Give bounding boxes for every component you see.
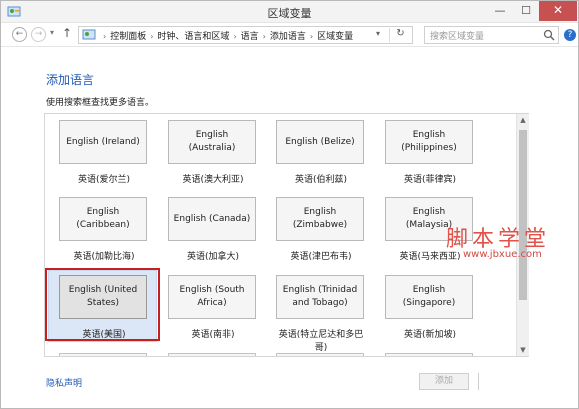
language-tile-button[interactable]: English (Caribbean) — [59, 197, 147, 241]
breadcrumb-separator: › — [103, 32, 107, 41]
language-tile-button[interactable]: English (Trinidad and Tobago) — [276, 275, 364, 319]
language-tile-button[interactable]: English (Belize) — [276, 120, 364, 164]
language-tile-button[interactable]: English (Philippines) — [385, 120, 473, 164]
language-native-name: 英语(爱尔兰) — [77, 175, 131, 185]
language-tile-button[interactable]: English (Canada) — [168, 197, 256, 241]
scroll-down-button[interactable]: ▼ — [517, 344, 529, 356]
selection-annotation-frame — [45, 268, 160, 341]
language-tile-button[interactable]: English (Australia) — [168, 120, 256, 164]
maximize-button[interactable]: ☐ — [513, 1, 539, 21]
navigation-bar: ← → ▾ ↑ › 控制面板 › 时钟、语言和区域 › 语言 › 添加语言 › 区域变量 ▾ ↻ … — [1, 23, 578, 47]
help-icon[interactable]: ? — [564, 29, 576, 41]
forward-button[interactable]: → — [31, 27, 46, 42]
language-tile-button[interactable]: English (Zimbabwe) — [276, 197, 364, 241]
search-box[interactable]: 搜索区域变量 — [424, 26, 559, 44]
language-native-name: 英语(加勒比海) — [73, 252, 135, 262]
breadcrumb-separator[interactable]: › — [150, 32, 153, 41]
breadcrumb-separator[interactable]: › — [233, 32, 236, 41]
language-native-name: 英语(加拿大) — [186, 252, 240, 262]
scroll-up-button[interactable]: ▲ — [517, 114, 529, 126]
title-bar: 区域变量 — ☐ ✕ — [1, 1, 578, 23]
site-watermark: 脚本学堂 www.jbxue.com — [446, 221, 576, 271]
language-tile-partial[interactable] — [385, 353, 473, 356]
breadcrumb-language[interactable]: 语言 — [241, 32, 259, 42]
privacy-statement-link[interactable]: 隐私声明 — [46, 376, 82, 389]
instruction-text: 使用搜索框查找更多语言。 — [46, 98, 155, 108]
language-native-name: 英语(澳大利亚) — [182, 175, 244, 185]
language-tile-partial[interactable] — [168, 353, 256, 356]
recent-locations-dropdown[interactable]: ▾ — [50, 28, 54, 37]
minimize-button[interactable]: — — [487, 1, 513, 21]
close-button[interactable]: ✕ — [539, 1, 577, 21]
breadcrumb: › 控制面板 › 时钟、语言和区域 › 语言 › 添加语言 › 区域变量 — [99, 29, 353, 42]
scroll-thumb[interactable] — [519, 130, 527, 300]
region-variants-window: 区域变量 — ☐ ✕ ← → ▾ ↑ › 控制面板 › 时钟、语言和区域 › 语言 › 添加语… — [0, 0, 579, 409]
breadcrumb-add-language[interactable]: 添加语言 — [270, 32, 306, 42]
language-tile-partial[interactable] — [276, 353, 364, 356]
language-tile-button[interactable]: English (Ireland) — [59, 120, 147, 164]
language-tile-button[interactable]: English (Singapore) — [385, 275, 473, 319]
control-panel-icon — [82, 29, 96, 40]
address-bar[interactable]: › 控制面板 › 时钟、语言和区域 › 语言 › 添加语言 › 区域变量 ▾ ↻ — [78, 26, 413, 44]
watermark-url: www.jbxue.com — [463, 249, 542, 260]
back-button[interactable]: ← — [12, 27, 27, 42]
language-native-name: 英语(南非) — [191, 330, 235, 340]
refresh-button[interactable]: ↻ — [389, 28, 411, 42]
breadcrumb-control-panel[interactable]: 控制面板 — [110, 32, 146, 42]
language-tile-partial[interactable] — [59, 353, 147, 356]
cancel-button-partial[interactable] — [478, 373, 528, 390]
language-native-name: 英语(新加坡) — [403, 330, 457, 340]
breadcrumb-separator[interactable]: › — [310, 32, 313, 41]
language-native-name: 英语(菲律宾) — [403, 175, 457, 185]
language-tile-button[interactable]: English (South Africa) — [168, 275, 256, 319]
search-icon[interactable] — [543, 29, 555, 41]
page-title: 添加语言 — [46, 73, 95, 87]
breadcrumb-clock-language-region[interactable]: 时钟、语言和区域 — [157, 32, 229, 42]
language-native-name: 英语(特立尼达和多巴哥) — [278, 330, 364, 353]
address-dropdown-button[interactable]: ▾ — [376, 29, 380, 38]
up-button[interactable]: ↑ — [62, 26, 72, 40]
search-placeholder: 搜索区域变量 — [430, 32, 485, 42]
breadcrumb-separator[interactable]: › — [263, 32, 266, 41]
add-button[interactable]: 添加 — [419, 373, 469, 390]
language-native-name: 英语(伯利兹) — [294, 175, 348, 185]
breadcrumb-region-variants[interactable]: 区域变量 — [317, 32, 353, 42]
language-native-name: 英语(津巴布韦) — [290, 252, 352, 262]
